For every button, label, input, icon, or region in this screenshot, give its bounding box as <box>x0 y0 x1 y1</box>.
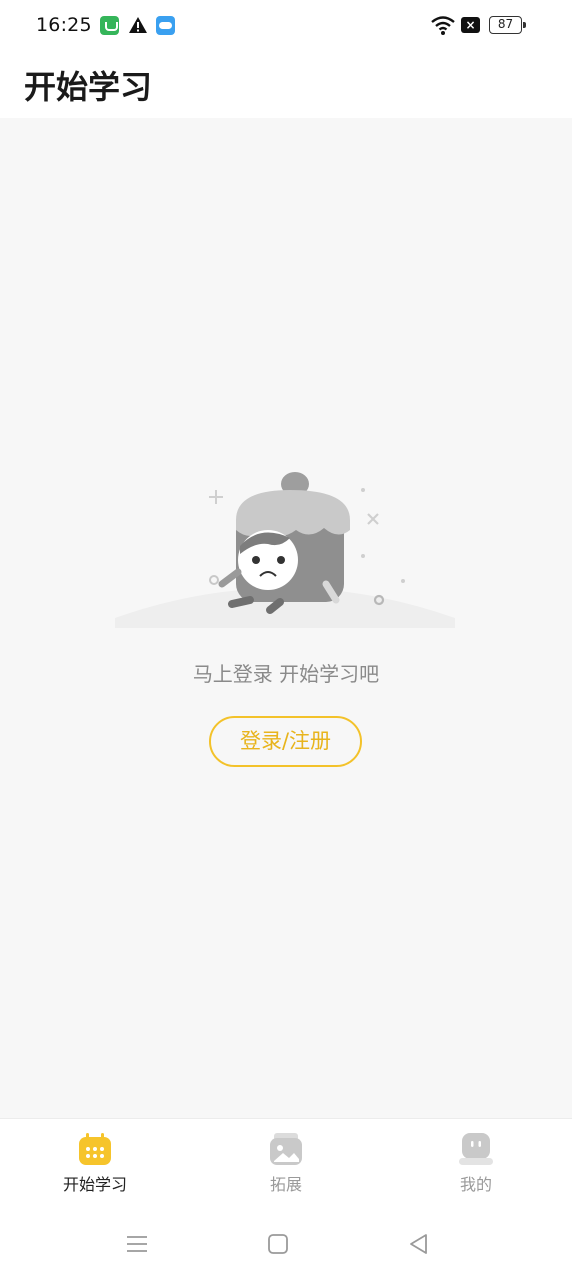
nav-item-expand[interactable]: 拓展 <box>226 1119 346 1209</box>
nav-label-expand: 拓展 <box>269 1175 302 1194</box>
menu-icon[interactable] <box>125 1232 149 1256</box>
sad-cartoon-character-illustration <box>115 472 455 628</box>
page-title: 开始学习 <box>24 68 153 106</box>
battery-icon: 87 <box>489 16 526 34</box>
nav-item-mine[interactable]: 我的 <box>416 1119 536 1209</box>
home-square-icon[interactable] <box>266 1232 290 1256</box>
robot-face-icon <box>459 1133 493 1165</box>
no-sim-icon: × <box>461 17 480 33</box>
main-content: 马上登录 开始学习吧 登录/注册 <box>0 118 572 1118</box>
system-nav-bar <box>0 1208 572 1280</box>
app-header: 开始学习 <box>0 52 572 118</box>
calendar-icon <box>79 1133 111 1165</box>
cloud-app-icon <box>156 16 175 35</box>
back-triangle-icon[interactable] <box>407 1232 431 1256</box>
wifi-icon <box>431 16 455 35</box>
bottom-nav: 开始学习 拓展 我的 <box>0 1118 572 1208</box>
wechat-app-icon <box>100 16 119 35</box>
nav-label-start-learning: 开始学习 <box>62 1175 127 1194</box>
status-bar: 16:25 × 87 <box>0 0 572 52</box>
image-card-icon <box>270 1133 302 1165</box>
nav-label-mine: 我的 <box>459 1175 492 1194</box>
warning-icon <box>129 17 147 33</box>
status-time: 16:25 <box>36 14 92 36</box>
nav-item-start-learning[interactable]: 开始学习 <box>35 1119 155 1209</box>
empty-state-message: 马上登录 开始学习吧 <box>192 662 380 686</box>
login-register-button[interactable]: 登录/注册 <box>209 716 362 767</box>
